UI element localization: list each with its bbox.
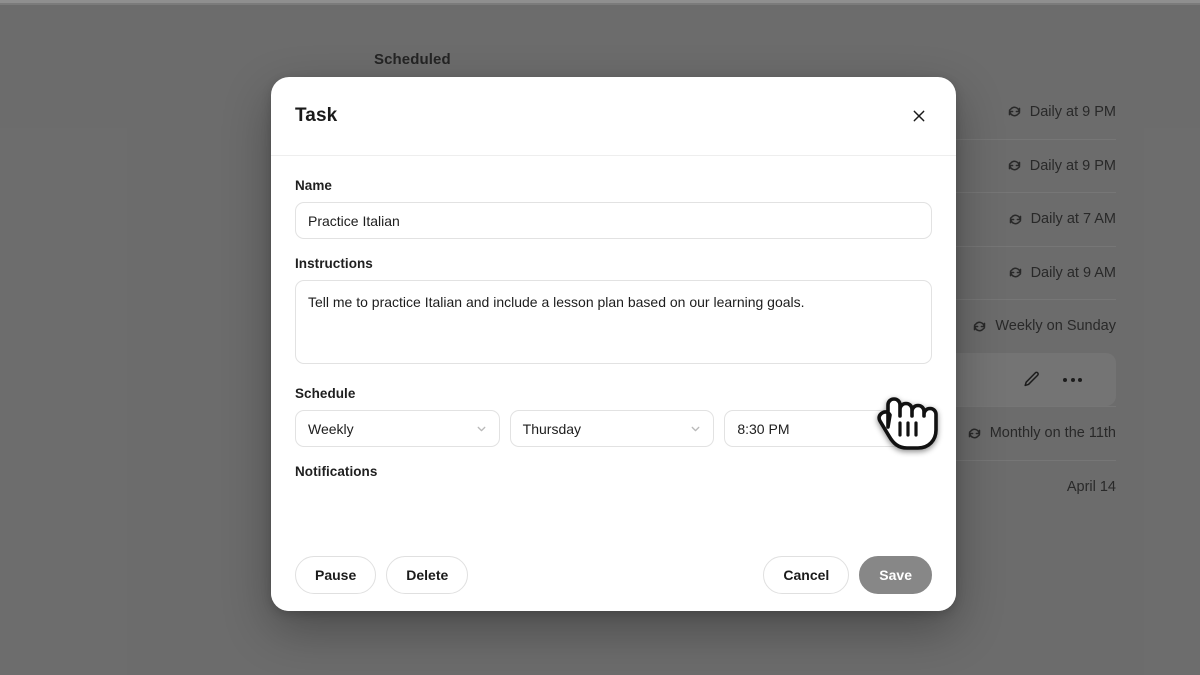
day-select[interactable]: Thursday <box>509 410 715 447</box>
dialog-footer: Pause Delete Cancel Save <box>271 539 956 611</box>
row-schedule-label: Daily at 9 PM <box>1029 157 1116 174</box>
pause-button[interactable]: Pause <box>295 556 377 594</box>
schedule-controls: Weekly Thursday 8:30 PM <box>295 410 932 447</box>
more-options-icon[interactable] <box>1063 377 1082 382</box>
refresh-icon <box>1008 265 1023 280</box>
frequency-select[interactable]: Weekly <box>295 410 500 447</box>
row-schedule: Monthly on the 11th <box>967 425 1116 441</box>
name-input[interactable] <box>295 202 932 239</box>
chevron-down-icon <box>907 422 920 435</box>
notifications-field-group: Notifications <box>295 464 932 479</box>
edit-pencil-icon[interactable] <box>1022 370 1041 389</box>
row-schedule-label: Daily at 7 AM <box>1030 211 1116 228</box>
schedule-label: Schedule <box>295 386 356 401</box>
refresh-icon <box>1007 104 1022 119</box>
page-title: Scheduled <box>374 51 451 68</box>
row-actions <box>1022 370 1116 389</box>
row-schedule-label: Daily at 9 AM <box>1030 264 1116 281</box>
instructions-textarea[interactable] <box>295 280 932 364</box>
dialog-body: Name Instructions Schedule Weekly <box>271 156 956 539</box>
refresh-icon <box>1008 212 1023 227</box>
cancel-button[interactable]: Cancel <box>763 556 850 594</box>
footer-right-actions: Cancel Save <box>763 556 932 594</box>
chevron-down-icon <box>475 422 488 435</box>
screen: Scheduled Daily at 9 PM Daily at 9 PM Da… <box>0 0 1200 675</box>
close-icon[interactable] <box>906 103 932 129</box>
delete-button[interactable]: Delete <box>386 556 469 594</box>
dialog-title: Task <box>295 105 338 126</box>
refresh-icon <box>972 319 987 334</box>
save-button[interactable]: Save <box>859 556 932 594</box>
footer-left-actions: Pause Delete <box>295 556 469 594</box>
row-schedule: Daily at 9 AM <box>1008 265 1116 281</box>
chevron-down-icon <box>689 422 702 435</box>
schedule-field-group: Schedule Weekly Thursday 8:30 PM <box>295 386 932 447</box>
day-value: Thursday <box>522 420 582 437</box>
row-schedule: Weekly on Sunday <box>972 318 1116 334</box>
notifications-label: Notifications <box>295 464 378 479</box>
task-dialog: Task Name Instructions Schedule Weekly <box>271 77 956 611</box>
refresh-icon <box>1007 158 1022 173</box>
name-field-group: Name <box>295 178 932 239</box>
name-label: Name <box>295 178 332 193</box>
instructions-field-group: Instructions <box>295 256 932 369</box>
row-schedule: April 14 <box>1067 479 1116 495</box>
row-schedule-label: Monthly on the 11th <box>989 425 1116 442</box>
instructions-label: Instructions <box>295 256 373 271</box>
row-date-label: April 14 <box>1066 478 1116 495</box>
time-value: 8:30 PM <box>737 420 790 437</box>
row-schedule-label: Weekly on Sunday <box>995 318 1116 335</box>
row-schedule: Daily at 7 AM <box>1008 211 1116 227</box>
row-schedule: Daily at 9 PM <box>1007 104 1116 120</box>
row-schedule: Daily at 9 PM <box>1007 158 1116 174</box>
row-schedule-label: Daily at 9 PM <box>1029 103 1116 120</box>
frequency-value: Weekly <box>308 420 354 437</box>
refresh-icon <box>967 426 982 441</box>
dialog-header: Task <box>271 77 956 156</box>
time-select[interactable]: 8:30 PM <box>724 410 932 447</box>
